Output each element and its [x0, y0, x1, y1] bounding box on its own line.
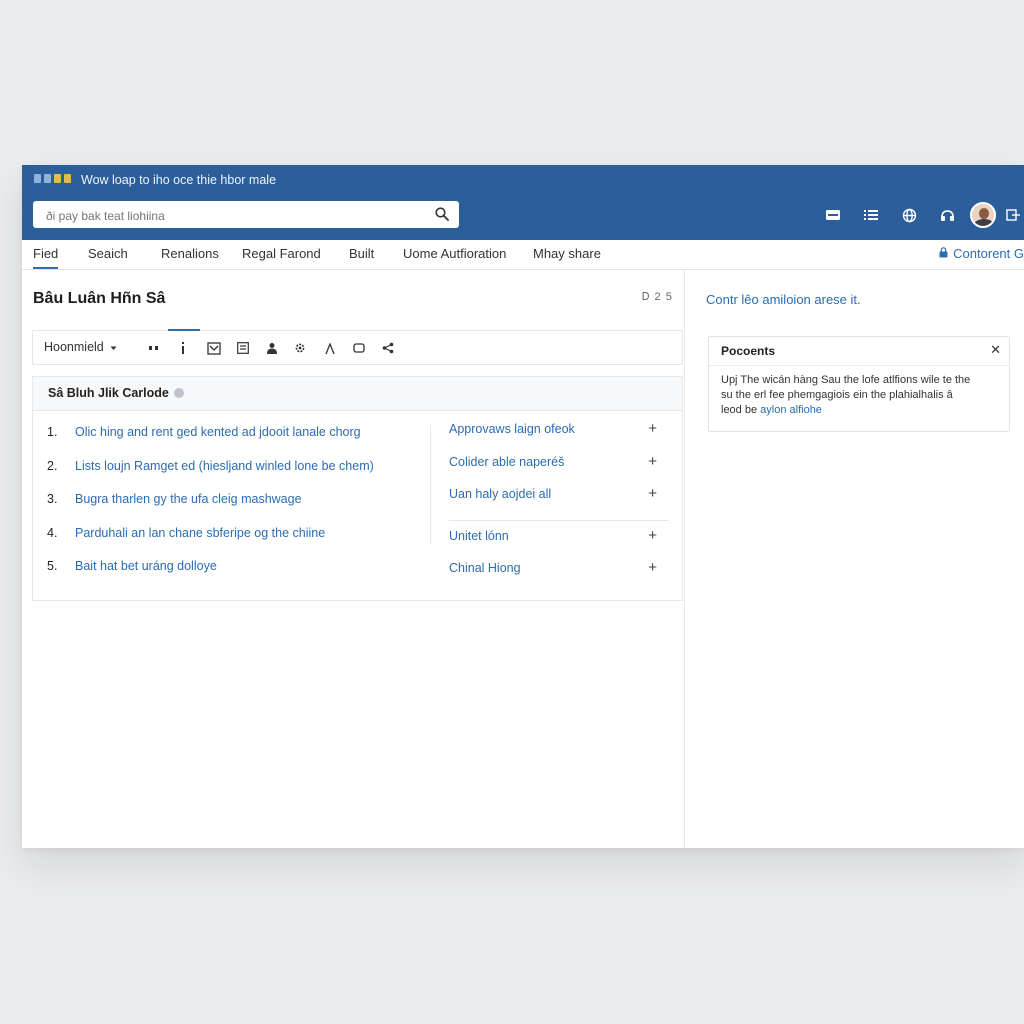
- app-window: Wow loap to iho oce thie hbor male ði pa…: [22, 165, 1024, 848]
- format-select-value: Hoonmield: [44, 340, 104, 354]
- chevron-down-icon: [110, 340, 117, 354]
- side-list-item[interactable]: Chinal Hiong +: [449, 559, 669, 594]
- section-header: Sâ Bluh Jlik Carlode: [33, 377, 682, 411]
- side-pane: Contr lêo amiloion arese it. Pocoents ✕ …: [685, 270, 1024, 848]
- comment-icon[interactable]: [350, 339, 368, 357]
- add-icon[interactable]: +: [648, 485, 657, 502]
- window-title: Wow loap to iho oce thie hbor male: [81, 173, 277, 187]
- page-title: Bâu Luân Hñn Sâ: [33, 290, 166, 307]
- list-link[interactable]: Bait hat bet uráng dolloye: [75, 559, 217, 573]
- content-section: Sâ Bluh Jlik Carlode 1. Olic hing and ren…: [32, 376, 683, 601]
- card-body-text: leod be: [721, 404, 761, 416]
- editor-toolbar: Hoonmield: [32, 329, 683, 365]
- grip-icon[interactable]: [145, 339, 163, 357]
- inbox-icon[interactable]: [814, 202, 852, 228]
- section-title-text: Sâ Bluh Jlik Carlode: [48, 386, 169, 400]
- side-list: Approvaws laign ofeok + Colider able nape…: [449, 420, 669, 594]
- avatar[interactable]: [970, 202, 996, 228]
- add-icon[interactable]: +: [648, 453, 657, 470]
- tab-authorization[interactable]: Uome Autfioration: [403, 246, 506, 261]
- text-a-icon[interactable]: [321, 339, 339, 357]
- content-link[interactable]: Contorent G: [939, 246, 1024, 261]
- tab-search[interactable]: Seaich: [88, 246, 128, 261]
- side-item-link[interactable]: Chinal Hiong: [449, 561, 521, 575]
- tab-built[interactable]: Built: [349, 246, 374, 261]
- list-link[interactable]: Bugra tharlen gy the ufa cleig mashwage: [75, 492, 302, 506]
- support-icon[interactable]: [928, 202, 966, 228]
- side-list-item[interactable]: Approvaws laign ofeok +: [449, 420, 669, 455]
- format-select[interactable]: Hoonmield: [44, 340, 117, 354]
- search-box[interactable]: [33, 201, 459, 228]
- side-item-link[interactable]: Approvaws laign ofeok: [449, 422, 575, 436]
- tab-renalions[interactable]: Renalions: [161, 246, 219, 261]
- card-body-line: Upj The wicán hàng Sau the lofe atlfions…: [721, 374, 971, 386]
- side-pane-header[interactable]: Contr lêo amiloion arese it.: [706, 292, 861, 307]
- info-bar-icon[interactable]: [174, 339, 192, 357]
- side-list-item[interactable]: Unitet lónn +: [449, 527, 669, 561]
- add-icon[interactable]: +: [648, 527, 657, 544]
- card-body: Upj The wicán hàng Sau the lofe atlfions…: [721, 373, 999, 418]
- add-icon[interactable]: +: [648, 420, 657, 437]
- tab-fied[interactable]: Fied: [33, 246, 59, 269]
- list-link[interactable]: Olic hing and rent ged kented ad jdooit …: [75, 425, 361, 439]
- lock-icon: [939, 246, 948, 261]
- side-list-item[interactable]: Uan haly aojdei all +: [449, 485, 669, 521]
- info-card: Pocoents ✕ Upj The wicán hàng Sau the lo…: [708, 336, 1010, 432]
- globe-icon[interactable]: [890, 202, 928, 228]
- close-icon[interactable]: ✕: [990, 342, 1001, 358]
- list-number: 3.: [47, 492, 58, 506]
- table-icon[interactable]: [234, 339, 252, 357]
- search-icon[interactable]: [435, 207, 449, 226]
- tab-regal-farond[interactable]: Regal Farond: [242, 246, 321, 261]
- list-link[interactable]: Parduhali an lan chane sbferipe og the c…: [75, 526, 325, 540]
- main-pane: Bâu Luân Hñn Sâ Ꭰ 2 5 Hoonmield Sâ Bluh …: [22, 270, 684, 848]
- image-icon[interactable]: [205, 339, 223, 357]
- card-body-link[interactable]: aylon alfiohe: [760, 404, 822, 416]
- exit-icon[interactable]: [1002, 202, 1024, 228]
- share-icon[interactable]: [379, 339, 397, 357]
- app-logo-icon: [34, 174, 71, 183]
- card-body-line: leod be aylon alfiohe: [721, 403, 999, 418]
- user-icon[interactable]: [263, 339, 281, 357]
- side-item-link[interactable]: Unitet lónn: [449, 529, 509, 543]
- list-icon[interactable]: [852, 202, 890, 228]
- tab-share[interactable]: Mhay share: [533, 246, 601, 261]
- side-list-item[interactable]: Colider able naperéš +: [449, 453, 669, 488]
- add-icon[interactable]: +: [648, 559, 657, 576]
- info-icon[interactable]: [173, 388, 184, 398]
- tab-bar: Fied Seaich Renalions Regal Farond Built…: [22, 240, 1024, 270]
- list-number: 1.: [47, 425, 58, 439]
- card-body-line: su the erl fee phemgagiois ein the plahi…: [721, 389, 953, 401]
- list-number: 2.: [47, 458, 58, 473]
- column-divider: [430, 425, 431, 545]
- content-link-label: Contorent G: [953, 246, 1024, 261]
- title-bar: Wow loap to iho oce thie hbor male: [22, 165, 1024, 240]
- header-actions: [814, 202, 1024, 228]
- side-item-link[interactable]: Uan haly aojdei all: [449, 487, 551, 501]
- search-input[interactable]: [44, 206, 428, 226]
- list-link[interactable]: Lists loujn Ramget ed (hiesljand winled …: [75, 459, 374, 473]
- side-item-link[interactable]: Colider able naperéš: [449, 455, 564, 469]
- section-title: Sâ Bluh Jlik Carlode: [48, 386, 184, 400]
- page-counter: Ꭰ 2 5: [642, 291, 673, 303]
- card-header: Pocoents ✕: [709, 337, 1009, 366]
- list-number: 5.: [47, 559, 58, 573]
- list-number: 4.: [47, 525, 58, 540]
- gear-icon[interactable]: [291, 339, 309, 357]
- card-title: Pocoents: [721, 344, 776, 358]
